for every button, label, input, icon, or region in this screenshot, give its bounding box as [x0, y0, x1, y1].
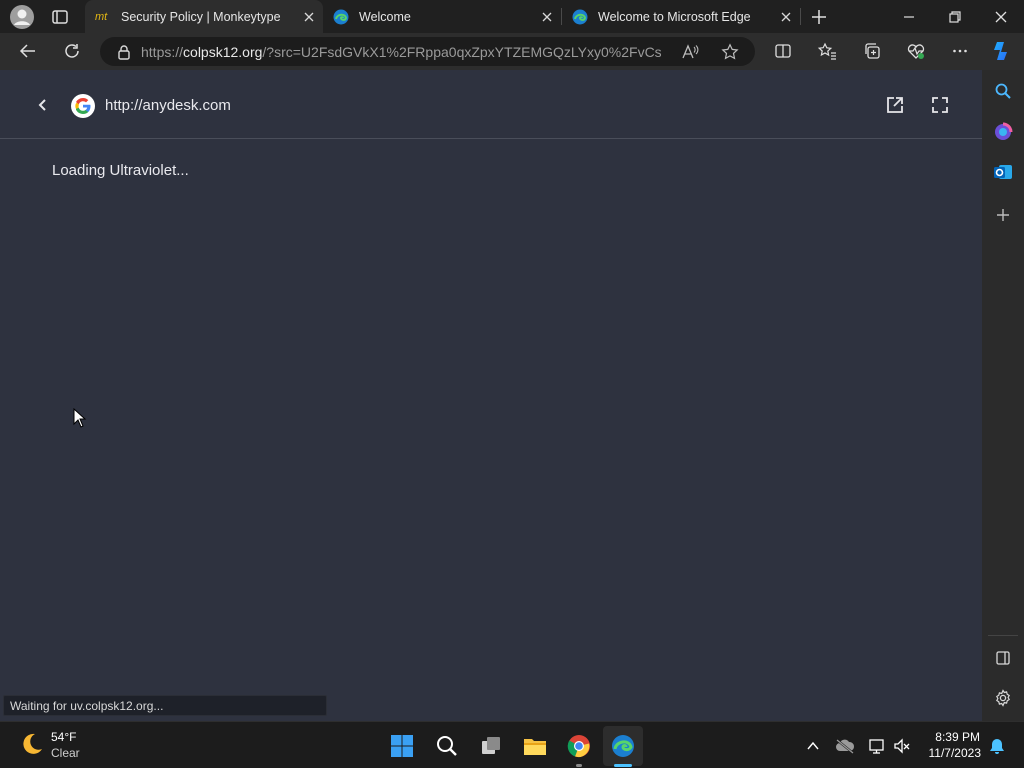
proxy-back-button[interactable]: [34, 96, 52, 114]
close-tab-icon[interactable]: [533, 3, 561, 31]
address-bar[interactable]: https://colpsk12.org/?src=U2FsdGVkX1%2FR…: [100, 37, 755, 66]
show-hidden-icons-chevron-icon[interactable]: [797, 730, 829, 762]
hide-sidebar-icon[interactable]: [988, 643, 1018, 673]
tab-title: Security Policy | Monkeytype: [121, 9, 281, 24]
open-external-icon[interactable]: [885, 95, 905, 115]
back-button[interactable]: [13, 36, 43, 66]
weather-condition[interactable]: Clear: [51, 746, 80, 760]
edge-sidebar: [982, 70, 1024, 721]
windows-taskbar: 54°F Clear 8:39 PM 11/7/2023: [0, 721, 1024, 768]
add-sidebar-app-icon[interactable]: [988, 200, 1018, 230]
tab-actions-icon[interactable]: [51, 8, 69, 26]
tab-strip: mt Security Policy | Monkeytype Welcome …: [0, 0, 1024, 33]
minimize-icon[interactable]: [900, 8, 918, 26]
taskbar-search-icon[interactable]: [431, 730, 463, 762]
outlook-icon[interactable]: [988, 157, 1018, 187]
sidebar-settings-gear-icon[interactable]: [988, 683, 1018, 713]
favorites-icon[interactable]: [812, 36, 842, 66]
url-prefix: https://: [141, 43, 184, 60]
tab-title: Welcome: [359, 9, 411, 24]
tab-welcome[interactable]: Welcome: [323, 0, 561, 33]
favorite-star-icon[interactable]: [721, 43, 739, 61]
loading-message: Loading Ultraviolet...: [52, 162, 189, 179]
copilot-sidebar-icon[interactable]: [988, 117, 1018, 147]
clock-date[interactable]: 11/7/2023: [924, 746, 982, 760]
copilot-icon[interactable]: [987, 36, 1017, 66]
close-window-icon[interactable]: [992, 8, 1010, 26]
clock-time[interactable]: 8:39 PM: [934, 730, 980, 744]
close-tab-icon[interactable]: [295, 3, 323, 31]
more-options-icon[interactable]: [945, 36, 975, 66]
new-tab-icon[interactable]: [809, 7, 829, 27]
google-logo-icon: [71, 94, 95, 118]
search-icon[interactable]: [988, 76, 1018, 106]
weather-moon-icon[interactable]: [18, 731, 44, 757]
restore-icon[interactable]: [946, 8, 964, 26]
tab-title: Welcome to Microsoft Edge: [598, 9, 751, 24]
browser-toolbar: https://colpsk12.org/?src=U2FsdGVkX1%2FR…: [0, 33, 1024, 70]
file-explorer-icon[interactable]: [519, 730, 551, 762]
collections-icon[interactable]: [857, 36, 887, 66]
start-windows-icon[interactable]: [386, 730, 418, 762]
monkeytype-favicon: mt: [95, 10, 108, 23]
proxy-site-address: http://anydesk.com: [105, 97, 231, 114]
volume-muted-icon[interactable]: [886, 730, 918, 762]
notification-bell-icon[interactable]: [981, 730, 1013, 762]
status-bar: Waiting for uv.colpsk12.org...: [3, 695, 327, 716]
edge-favicon: [572, 9, 588, 25]
tab-monkeytype[interactable]: mt Security Policy | Monkeytype: [85, 0, 323, 33]
url-rest: /?src=U2FsdGVkX1%2FRppa0qxZpxYTZEMGQzLYx…: [262, 43, 661, 60]
task-view-icon[interactable]: [475, 730, 507, 762]
onedrive-offline-icon[interactable]: [829, 730, 861, 762]
refresh-button[interactable]: [57, 36, 87, 66]
split-screen-icon[interactable]: [768, 36, 798, 66]
chrome-icon[interactable]: [563, 730, 595, 762]
read-aloud-icon[interactable]: [681, 43, 699, 61]
tab-welcome-edge[interactable]: Welcome to Microsoft Edge: [562, 0, 800, 33]
page-content: http://anydesk.com Loading Ultraviolet..…: [0, 70, 982, 721]
close-tab-icon[interactable]: [772, 3, 800, 31]
edge-taskbar-icon[interactable]: [603, 726, 643, 766]
proxy-site-header: http://anydesk.com: [0, 70, 982, 139]
browser-essentials-icon[interactable]: [901, 36, 931, 66]
fullscreen-icon[interactable]: [930, 95, 950, 115]
lock-icon[interactable]: [117, 44, 131, 60]
url-domain: colpsk12.org: [183, 43, 263, 60]
edge-favicon: [333, 9, 349, 25]
mouse-cursor-icon: [73, 408, 87, 428]
weather-temperature[interactable]: 54°F: [51, 730, 76, 744]
url-text[interactable]: https://colpsk12.org/?src=U2FsdGVkX1%2FR…: [141, 44, 661, 60]
profile-avatar[interactable]: [9, 4, 35, 30]
